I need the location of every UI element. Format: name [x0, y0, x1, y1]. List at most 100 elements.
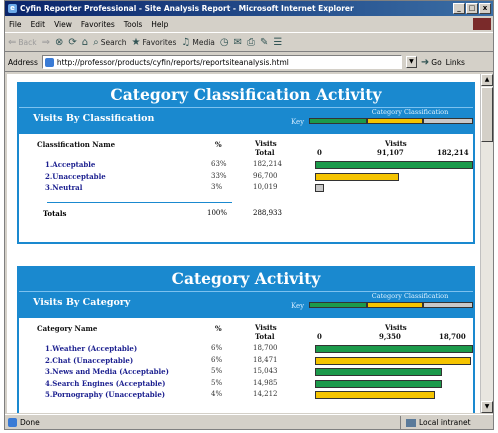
table-row: 1.Acceptable 63% 182,214	[19, 159, 473, 171]
mail-button[interactable]: ✉	[234, 37, 242, 48]
media-icon: ♫	[181, 36, 191, 48]
panel-subheader: Visits By Classification Key Category Cl…	[19, 107, 473, 134]
search-icon: ⌕	[93, 36, 99, 48]
classification-panel: Category Classification Activity Visits …	[17, 82, 475, 244]
forward-button[interactable]: ⇒	[42, 37, 50, 48]
col-pct: %	[215, 324, 222, 333]
address-url: http://professor/products/cyfin/reports/…	[56, 57, 289, 67]
scroll-down-button[interactable]: ▼	[481, 401, 493, 413]
row-pct: 5%	[211, 378, 223, 387]
favorites-icon: ★	[131, 36, 141, 48]
row-name-link[interactable]: 3.Neutral	[45, 183, 82, 192]
category-rows: 1.Weather (Acceptable) 6% 18,700 2.Chat (Un…	[19, 343, 473, 401]
address-bar: Address http://professor/products/cyfin/…	[5, 53, 493, 72]
stop-icon: ⊗	[55, 36, 64, 48]
page-icon	[44, 57, 54, 67]
row-pct: 63%	[211, 160, 227, 168]
menu-edit[interactable]: Edit	[31, 20, 46, 29]
row-visits: 14,985	[253, 378, 278, 387]
totals-visits: 288,933	[253, 208, 282, 217]
go-button[interactable]: ➜ Go	[421, 57, 442, 68]
row-name-link[interactable]: 4.Search Engines (Acceptable)	[45, 379, 165, 388]
visits-bar	[315, 391, 435, 399]
edit-button[interactable]: ✎	[260, 37, 268, 48]
history-button[interactable]: ◷	[220, 37, 229, 48]
history-icon: ◷	[219, 36, 229, 48]
scroll-up-button[interactable]: ▲	[481, 74, 493, 86]
menu-tools[interactable]: Tools	[124, 20, 142, 29]
visits-bar	[315, 379, 442, 388]
media-button[interactable]: ♫ Media	[181, 37, 215, 48]
intranet-icon	[406, 418, 416, 427]
table-row: 2.Unacceptable 33% 96,700	[19, 171, 473, 183]
refresh-button[interactable]: ⟳	[68, 37, 76, 48]
minimize-button[interactable]: _	[453, 3, 465, 14]
totals-spacer	[19, 194, 473, 206]
search-button[interactable]: ⌕ Search	[93, 37, 126, 48]
row-visits: 15,043	[253, 367, 278, 375]
vertical-scrollbar[interactable]: ▲ ▼	[480, 74, 493, 413]
home-button[interactable]: ⌂	[82, 37, 88, 48]
key-label: Key	[291, 118, 305, 126]
scale-mid: 9,350	[379, 332, 401, 341]
column-header: Category Name % Visits Total Visits 0 9,…	[19, 318, 473, 343]
status-left: Done	[5, 418, 400, 427]
visits-bar	[315, 345, 473, 353]
panel-subheader: Visits By Category Key Category Classifi…	[19, 291, 473, 318]
row-name-link[interactable]: 2.Unacceptable	[45, 172, 106, 181]
col-name: Classification Name	[37, 140, 116, 149]
category-panel: Category Activity Visits By Category Key…	[17, 266, 475, 413]
col-name: Category Name	[37, 324, 98, 333]
row-name-link[interactable]: 1.Acceptable	[45, 160, 95, 169]
row-name-link[interactable]: 1.Weather (Acceptable)	[45, 344, 137, 353]
status-zone: Local intranet	[400, 415, 471, 430]
zone-text: Local intranet	[419, 418, 471, 427]
maximize-button[interactable]: □	[466, 3, 478, 14]
mail-icon: ✉	[233, 36, 243, 48]
window-controls: _ □ x	[453, 3, 491, 14]
menu-view[interactable]: View	[54, 20, 72, 29]
window-title: Cyfin Reporter Professional - Site Analy…	[20, 4, 354, 13]
row-visits: 182,214	[253, 160, 282, 168]
key-caption: Category Classification	[371, 292, 449, 300]
scale-mid: 91,107	[377, 148, 404, 157]
panel-subtitle: Visits By Classification	[33, 113, 155, 124]
menu-file[interactable]: File	[9, 20, 22, 29]
favorites-button[interactable]: ★ Favorites	[132, 37, 177, 48]
menu-favorites[interactable]: Favorites	[81, 20, 115, 29]
row-visits: 18,700	[253, 344, 278, 352]
print-icon: ⎙	[247, 36, 256, 48]
key-label: Key	[291, 302, 305, 310]
row-name-link[interactable]: 2.Chat (Unacceptable)	[45, 356, 133, 365]
visits-bar	[315, 161, 473, 169]
scroll-thumb[interactable]	[481, 87, 493, 142]
panel-subtitle: Visits By Category	[33, 297, 131, 308]
discuss-button[interactable]: ☰	[273, 37, 282, 48]
go-arrow-icon: ➜	[420, 56, 430, 68]
row-name-link[interactable]: 3.News and Media (Acceptable)	[45, 367, 169, 376]
toolbar: ⇐ Back ⇒ ⊗ ⟳ ⌂ ⌕ Search ★ Favorites ♫ Media …	[5, 32, 493, 52]
table-row: 4.Search Engines (Acceptable) 5% 14,985	[19, 378, 473, 390]
title-bar: e Cyfin Reporter Professional - Site Ana…	[5, 1, 493, 16]
table-row: 3.News and Media (Acceptable) 5% 15,043	[19, 366, 473, 378]
key-acceptable-swatch	[309, 302, 367, 308]
ie-logo-icon: e	[8, 4, 17, 13]
row-name-link[interactable]: 5.Pornography (Unacceptable)	[45, 390, 165, 399]
table-row: 1.Weather (Acceptable) 6% 18,700	[19, 343, 473, 355]
key-neutral-swatch	[423, 302, 473, 308]
key-neutral-swatch	[423, 118, 473, 124]
close-button[interactable]: x	[479, 3, 491, 14]
menu-help[interactable]: Help	[151, 20, 168, 29]
totals-pct: 100%	[207, 208, 228, 217]
col-pct: %	[215, 140, 222, 149]
address-dropdown-button[interactable]: ▼	[405, 56, 417, 68]
menu-bar: File Edit View Favorites Tools Help	[5, 17, 493, 31]
stop-button[interactable]: ⊗	[55, 37, 63, 48]
back-button[interactable]: ⇐ Back	[8, 37, 37, 48]
links-button[interactable]: Links	[446, 58, 465, 67]
row-pct: 4%	[211, 390, 223, 398]
print-button[interactable]: ⎙	[247, 37, 255, 48]
address-input[interactable]: http://professor/products/cyfin/reports/…	[41, 55, 402, 69]
row-visits: 14,212	[253, 390, 278, 398]
classification-rows: 1.Acceptable 63% 182,214 2.Unacceptable 33% 9…	[19, 159, 473, 194]
